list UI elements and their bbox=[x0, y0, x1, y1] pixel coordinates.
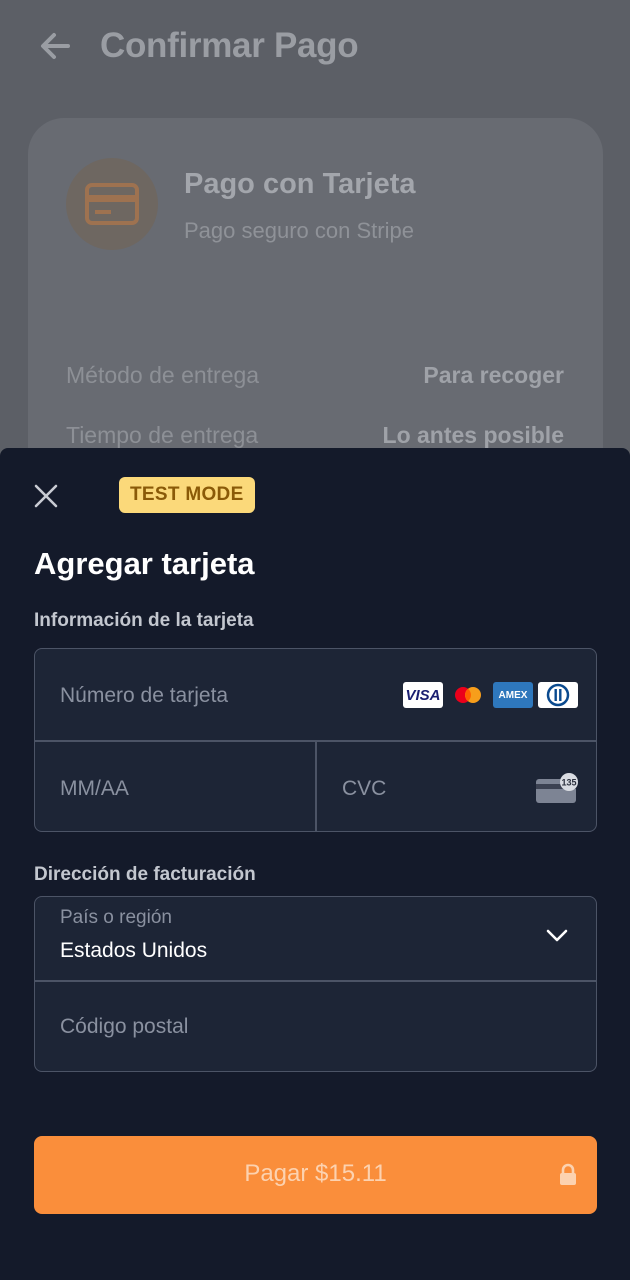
cvc-input[interactable]: CVC bbox=[342, 777, 386, 801]
divider bbox=[35, 980, 596, 982]
delivery-method-row: Método de entrega Para recoger bbox=[66, 362, 564, 389]
payment-method-subtitle: Pago seguro con Stripe bbox=[184, 218, 414, 243]
card-number-input[interactable]: Número de tarjeta bbox=[60, 684, 228, 708]
delivery-time-label: Tiempo de entrega bbox=[66, 422, 259, 448]
billing-input-group: País o región Estados Unidos Código post… bbox=[34, 896, 597, 1072]
card-input-group: Número de tarjeta VISA AMEX MM/AA CVC 13… bbox=[34, 648, 597, 832]
divider bbox=[315, 741, 317, 832]
amex-icon: AMEX bbox=[493, 682, 533, 708]
country-value: Estados Unidos bbox=[60, 939, 208, 962]
country-select[interactable]: País o región Estados Unidos bbox=[35, 897, 596, 980]
card-info-label: Información de la tarjeta bbox=[34, 610, 254, 631]
svg-text:135: 135 bbox=[561, 778, 576, 788]
card-brand-logos: VISA AMEX bbox=[403, 682, 578, 708]
delivery-method-value: Para recoger bbox=[423, 362, 564, 388]
sheet-title: Agregar tarjeta bbox=[34, 546, 255, 581]
billing-address-label: Dirección de facturación bbox=[34, 864, 256, 885]
cvc-card-icon: 135 bbox=[536, 773, 580, 810]
pay-button-label: Pagar $15.11 bbox=[244, 1160, 387, 1187]
app-header: Confirmar Pago bbox=[0, 0, 630, 100]
amex-label: AMEX bbox=[498, 689, 528, 701]
page-title: Confirmar Pago bbox=[100, 26, 359, 65]
delivery-method-label: Método de entrega bbox=[66, 362, 260, 388]
chevron-down-icon bbox=[546, 929, 568, 948]
expiry-input[interactable]: MM/AA bbox=[60, 777, 129, 801]
mastercard-icon bbox=[448, 682, 488, 708]
test-mode-badge: TEST MODE bbox=[119, 477, 255, 513]
country-label: País o región bbox=[60, 907, 172, 928]
delivery-time-row: Tiempo de entrega Lo antes posible bbox=[66, 422, 564, 449]
back-arrow-icon[interactable] bbox=[36, 26, 76, 66]
close-icon[interactable] bbox=[28, 478, 64, 514]
add-card-sheet: TEST MODE Agregar tarjeta Información de… bbox=[0, 448, 630, 1280]
payment-method-title: Pago con Tarjeta bbox=[184, 168, 416, 200]
credit-card-icon bbox=[66, 158, 158, 250]
delivery-time-value: Lo antes posible bbox=[382, 422, 564, 448]
postal-code-input[interactable]: Código postal bbox=[60, 1015, 188, 1039]
diners-icon bbox=[538, 682, 578, 708]
pay-button[interactable]: Pagar $15.11 bbox=[34, 1136, 597, 1214]
lock-icon bbox=[558, 1163, 578, 1192]
visa-icon: VISA bbox=[403, 682, 443, 708]
